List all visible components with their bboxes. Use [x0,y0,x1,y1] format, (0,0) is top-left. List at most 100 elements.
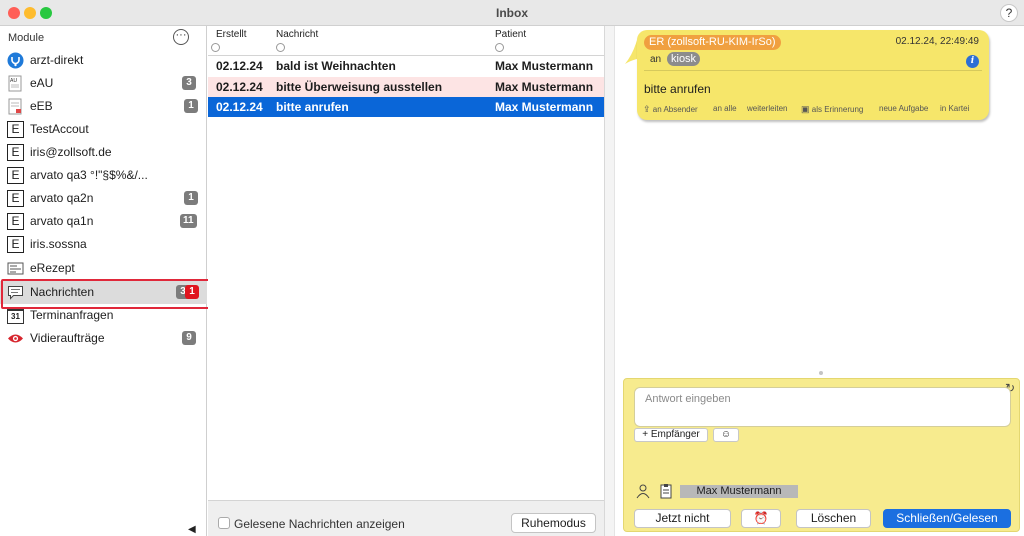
sender-tag[interactable]: ER (zollsoft-RU-KIM-IrSo) [644,35,781,50]
sidebar-item-label: arvato qa1n [30,214,94,228]
sidebar-item-label: arvato qa2n [30,191,94,205]
sidebar-item-label: TestAccout [30,122,89,136]
cell-created: 02.12.24 [216,100,263,114]
cell-patient: Max Mustermann [495,100,594,114]
sidebar-item-arvato-qa2n[interactable]: E arvato qa2n 1 [0,187,207,210]
delete-button[interactable]: Löschen [796,509,871,528]
sidebar-item-label: iris.sossna [30,237,87,251]
alarm-clock-button[interactable]: ⏰ [741,509,781,528]
sidebar-item-vidierauftraege[interactable]: Vidieraufträge 9 [0,327,207,350]
message-detail-panel: ER (zollsoft-RU-KIM-IrSo) 02.12.24, 22:4… [615,26,1024,536]
alarm-clock-icon: ⏰ [753,511,769,525]
eau-document-icon: AU [7,75,24,92]
email-e-icon: E [7,213,24,230]
sidebar-item-label: eEB [30,99,53,113]
message-bubble: ER (zollsoft-RU-KIM-IrSo) 02.12.24, 22:4… [637,30,989,120]
sidebar-item-eeb[interactable]: eEB 1 [0,95,207,118]
cell-created: 02.12.24 [216,80,263,94]
selection-highlight-frame [1,279,216,309]
calendar-icon: 31 [7,307,24,324]
eye-icon [7,330,24,347]
message-text: bitte anrufen [644,82,711,96]
reply-all-action[interactable]: an alle [713,104,737,113]
recipient-tag[interactable]: kiosk [667,52,701,66]
email-e-icon: E [7,121,24,138]
sidebar-item-erezept[interactable]: eRezept [0,257,207,280]
sidebar-item-iris-sossna[interactable]: E iris.sossna [0,233,207,256]
sidebar-item-label: eRezept [30,261,75,275]
sidebar-item-label: arzt-direkt [30,53,84,67]
arzt-direkt-icon [7,52,24,69]
inbox-window: Inbox ? Module ··· arzt-direkt AU eAU 3 … [0,0,1024,536]
column-header-message[interactable]: Nachricht [276,29,318,40]
ellipsis-circle-icon[interactable]: ··· [173,29,189,45]
filter-radio-created[interactable] [211,43,220,52]
triangle-left-icon[interactable]: ◀ [188,524,198,536]
email-e-icon: E [7,236,24,253]
cell-patient: Max Mustermann [495,80,594,94]
eeb-document-icon [7,98,24,115]
sidebar-item-label: eAU [30,76,54,90]
show-read-label: Gelesene Nachrichten anzeigen [234,517,405,531]
person-icon[interactable] [635,483,651,499]
action-label: als Erinnerung [811,105,864,114]
new-task-action[interactable]: neue Aufgabe [879,104,928,113]
sidebar-item-arvato-qa3[interactable]: E arvato qa3 °!"§$%&/... [0,164,207,187]
column-header-created[interactable]: Erstellt [216,29,247,40]
panel-splitter[interactable] [604,26,615,536]
file-to-record-action[interactable]: in Kartei [940,104,969,113]
sidebar-item-label: arvato qa3 °!"§$%&/... [30,168,148,182]
title-bar: Inbox ? [0,0,1024,26]
message-list-panel: Erstellt Nachricht Patient 02.12.24 bald… [208,26,604,536]
cell-message: bitte Überweisung ausstellen [276,80,443,94]
sidebar-item-eau[interactable]: AU eAU 3 [0,72,207,95]
count-badge: 11 [180,214,197,228]
show-read-checkbox[interactable] [218,517,230,529]
email-e-icon: E [7,167,24,184]
cell-message: bitte anrufen [276,100,349,114]
reminder-action[interactable]: ▣ als Erinnerung [801,104,863,115]
count-badge: 1 [184,99,198,113]
filter-radio-message[interactable] [276,43,285,52]
sidebar-item-iris-zollsoft[interactable]: E iris@zollsoft.de [0,141,207,164]
clipboard-icon[interactable] [658,483,674,499]
table-row[interactable]: 02.12.24 bitte Überweisung ausstellen Ma… [208,77,604,97]
list-footer: Gelesene Nachrichten anzeigen Ruhemodus [208,500,604,536]
sidebar-item-arvato-qa1n[interactable]: E arvato qa1n 11 [0,210,207,233]
action-label: an Absender [652,105,698,114]
help-button[interactable]: ? [1000,4,1018,22]
share-icon: ⇪ [643,104,651,114]
cell-created: 02.12.24 [216,59,263,73]
patient-tag[interactable]: Max Mustermann [680,485,798,498]
save-icon: ▣ [801,104,810,114]
emoji-button[interactable]: ☺ [713,428,739,442]
reply-sender-action[interactable]: ⇪ an Absender [643,104,698,115]
rest-mode-button[interactable]: Ruhemodus [511,513,596,533]
reply-input[interactable]: Antwort eingeben [634,387,1011,427]
count-badge: 3 [182,76,196,90]
bubble-divider [644,70,982,71]
sidebar-item-label: Terminanfragen [30,308,114,322]
erezept-icon [7,260,24,277]
reply-placeholder: Antwort eingeben [645,393,731,405]
forward-action[interactable]: weiterleiten [747,104,787,113]
sidebar-item-testaccout[interactable]: E TestAccout [0,118,207,141]
sidebar-item-arzt-direkt[interactable]: arzt-direkt [0,49,207,72]
add-recipient-button[interactable]: + Empfänger [634,428,708,442]
to-prefix: an [650,54,662,65]
email-e-icon: E [7,144,24,161]
table-row[interactable]: 02.12.24 bald ist Weihnachten Max Muster… [208,56,604,76]
sidebar-item-label: Vidieraufträge [30,331,105,345]
resize-handle[interactable] [819,371,823,375]
table-row-selected[interactable]: 02.12.24 bitte anrufen Max Mustermann [208,97,604,117]
filter-radio-patient[interactable] [495,43,504,52]
reply-composer: ↻ Antwort eingeben + Empfänger ☺ Max Mus… [623,378,1020,532]
message-timestamp: 02.12.24, 22:49:49 [895,36,979,47]
count-badge: 1 [184,191,198,205]
svg-text:AU: AU [10,78,17,84]
close-read-button[interactable]: Schließen/Gelesen [883,509,1011,528]
not-now-button[interactable]: Jetzt nicht [634,509,731,528]
info-icon[interactable]: i [966,55,979,68]
column-header-patient[interactable]: Patient [495,29,526,40]
sidebar-item-label: iris@zollsoft.de [30,145,112,159]
